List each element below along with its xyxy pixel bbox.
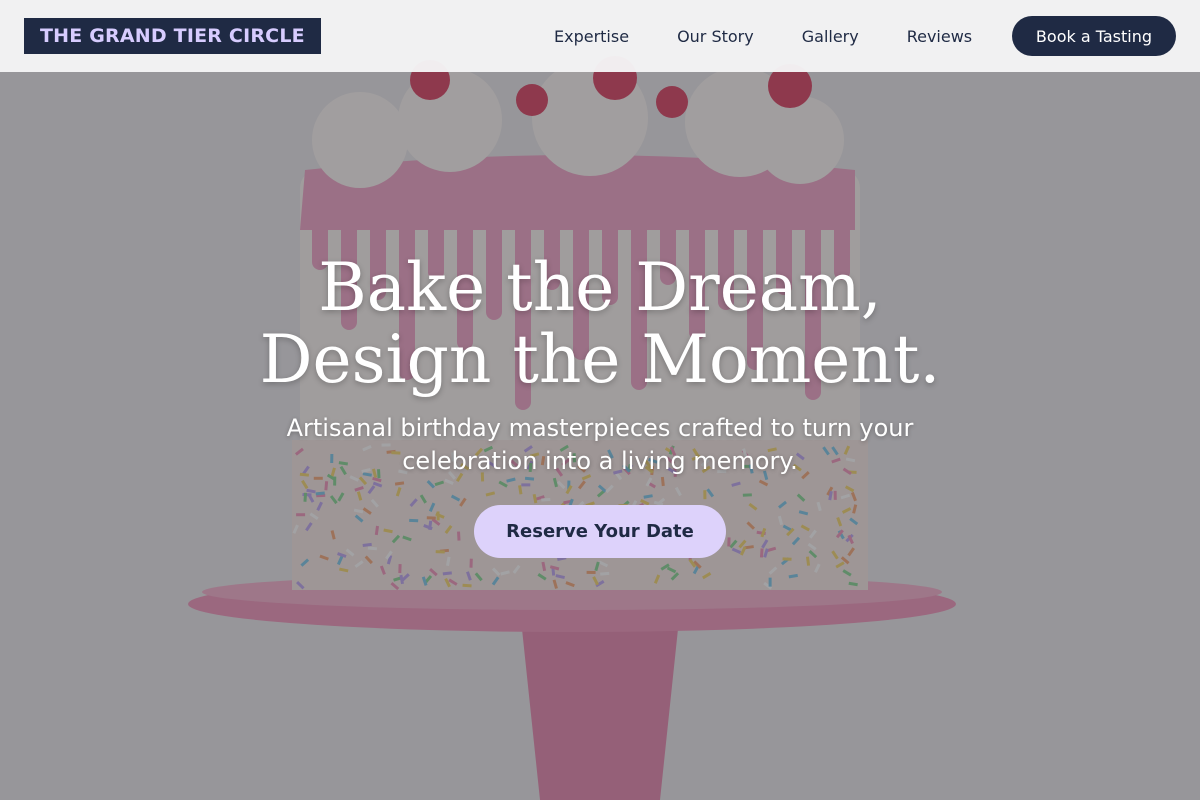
brand-logo[interactable]: THE GRAND TIER CIRCLE <box>24 18 321 54</box>
hero-headline: Bake the Dream, Design the Moment. <box>0 252 1200 396</box>
nav-link-our-story[interactable]: Our Story <box>653 16 778 56</box>
nav-link-gallery[interactable]: Gallery <box>778 16 883 56</box>
hero-section <box>0 0 1200 800</box>
hero-overlay <box>0 0 1200 800</box>
top-navigation: THE GRAND TIER CIRCLE Expertise Our Stor… <box>0 0 1200 72</box>
reserve-date-button[interactable]: Reserve Your Date <box>474 505 726 558</box>
nav-link-reviews[interactable]: Reviews <box>883 16 996 56</box>
hero-subheadline: Artisanal birthday masterpieces crafted … <box>286 414 914 475</box>
hero-headline-line-2: Design the Moment. <box>259 321 941 398</box>
nav-link-expertise[interactable]: Expertise <box>530 16 653 56</box>
hero-headline-line-1: Bake the Dream, <box>318 249 882 326</box>
nav-links: Expertise Our Story Gallery Reviews <box>530 16 996 56</box>
book-tasting-button[interactable]: Book a Tasting <box>1011 16 1176 56</box>
